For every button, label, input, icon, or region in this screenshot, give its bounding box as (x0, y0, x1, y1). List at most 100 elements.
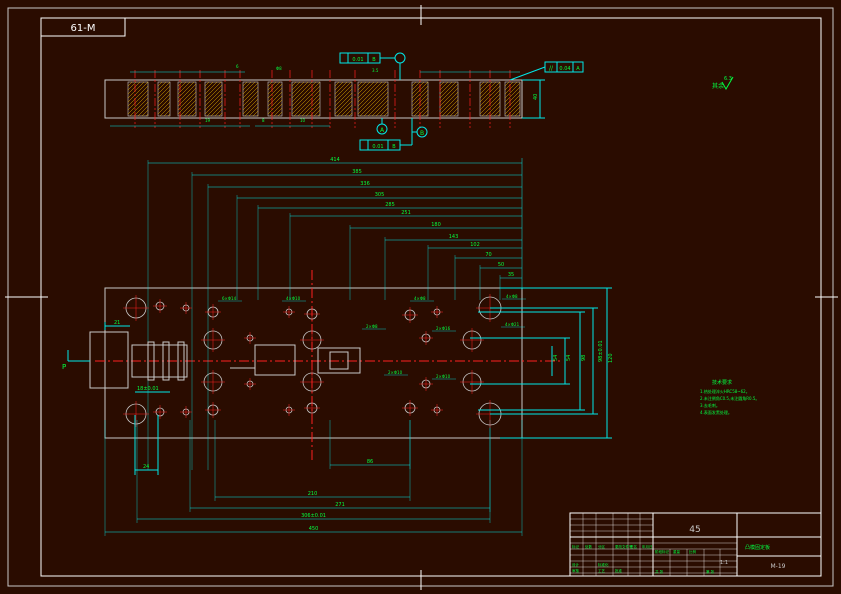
datum-b-label: B (420, 130, 424, 137)
left-dim-1: 21 (114, 320, 120, 326)
hatch-line (157, 81, 163, 87)
tb-label-10: 批准 (615, 568, 623, 573)
section-height-text: 40 (533, 94, 539, 100)
hatch-line (267, 91, 283, 107)
right-dim-5: 54 (553, 355, 559, 361)
section-height-dimension: 40 (522, 79, 545, 119)
technical-notes: 技术要求 1.热处理淬火HRC58~62。 2.未注倒角C0.5,未注圆角R0.… (700, 379, 759, 415)
hatch-line (510, 106, 521, 117)
hatch-line (167, 113, 171, 117)
hatch-line (334, 81, 344, 91)
dim-label-6: 180 (431, 222, 441, 228)
sheet-code-text: M-19 (771, 563, 786, 570)
hatch-line (504, 81, 514, 91)
flatness-value: 0.04 (559, 66, 570, 72)
hatch-line (439, 95, 459, 115)
hatch-line (441, 99, 459, 117)
hatch-line (252, 110, 259, 117)
hatch-line (357, 83, 389, 115)
hatch-line (449, 107, 459, 117)
callout-label-3: 2×Φ8 (366, 324, 378, 329)
hatch-line (291, 81, 297, 87)
callout-label-0: 6×Φ14 (222, 296, 237, 301)
hatch-line (504, 86, 521, 103)
hatch-line (357, 81, 383, 107)
hatch-line (479, 81, 497, 99)
dim-label-2: 336 (360, 181, 370, 187)
tb-label-5: 年月日 (642, 544, 653, 549)
hatch-line (177, 91, 197, 111)
tb-label-9: 工艺 (598, 568, 606, 573)
hatch-line (481, 97, 501, 117)
bottom-dim-label-2: 271 (335, 502, 345, 508)
hatch-line (242, 90, 259, 107)
hatch-line (244, 102, 259, 117)
tolerance-bottom-value: 0.01 (372, 144, 383, 150)
hatch-line (371, 99, 389, 117)
plan-view: 414 385 336 305285 251 180 143 102 70 50 35 86 210 2… (62, 157, 614, 536)
left-dim-3: 18±0.01 (137, 386, 159, 392)
dim-label-5: 251 (401, 210, 411, 216)
tb-label-6: 设计 (572, 562, 580, 567)
hatch-line (344, 108, 353, 117)
hatch-line (439, 81, 445, 87)
tb-label-1: 处数 (585, 544, 593, 549)
right-dim-2: 98±0.01 (598, 340, 604, 362)
hatch-line (411, 81, 417, 87)
dim-label-11: 35 (508, 272, 514, 278)
right-dim-4: 54 (566, 355, 572, 361)
hatch-line (179, 99, 197, 117)
hatch-line (506, 102, 521, 117)
hatch-line (334, 81, 340, 87)
section-hatching (127, 81, 521, 117)
section-centerlines (134, 70, 511, 128)
section-block-4 (242, 81, 259, 117)
note-3: 3.去毛刺。 (700, 402, 720, 408)
hatch-line (177, 83, 197, 103)
hatch-line (411, 81, 421, 91)
hatch-line (417, 105, 429, 117)
hatch-line (204, 81, 222, 99)
hatch-line (127, 93, 149, 115)
hatch-line (177, 81, 187, 91)
cad-drawing: 61-M 其余 6.3 // 0.04 A 0.01 B 0.01 B A B … (5, 5, 838, 590)
callout-label-5: 4×Φ21 (505, 322, 520, 327)
section-dim-label-1: 8 (262, 118, 265, 123)
hatch-line (357, 81, 387, 111)
roughness-symbol: 其余 6.3 (712, 76, 734, 90)
hatch-line (157, 81, 167, 91)
section-view: // 0.04 A 0.01 B 0.01 B A B 40 19 8Φ8610… (104, 52, 584, 151)
hatch-line (485, 101, 501, 117)
hatch-line (293, 89, 321, 117)
hatch-line (504, 81, 510, 87)
tb-label-0: 标记 (572, 544, 580, 549)
hatch-line (514, 110, 521, 117)
hatch-line (439, 91, 459, 111)
hatch-line (305, 101, 321, 117)
hatch-line (504, 94, 521, 111)
hatch-line (242, 81, 248, 87)
section-block-1 (157, 81, 171, 117)
title-block-labels: 标记 处数 分区 更改文件号签名 年月日设计 标准化审核 工艺 批准阶段标记 重量 比例共 张第 … (572, 544, 715, 574)
hatch-line (291, 81, 321, 111)
hatch-line (242, 81, 252, 91)
note-1: 1.热处理淬火HRC58~62。 (700, 388, 750, 394)
hatch-line (453, 111, 459, 117)
dim-label-0: 414 (330, 157, 340, 163)
hatch-line (177, 81, 195, 99)
bottom-dim-label-1: 210 (308, 491, 318, 497)
title-block: 45 凸模固定板 M-19 1:1 标记 处数 分区 更改文件号签名 年月日设计 标准化审… (569, 512, 822, 577)
flatness-frame: // 0.04 A (509, 61, 584, 81)
scale-text: 1:1 (720, 560, 728, 566)
right-dim-1: 120 (608, 353, 614, 363)
note-2: 2.未注倒角C0.5,未注圆角R0.5。 (700, 395, 759, 401)
tolerance-frame-bottom: 0.01 B (359, 118, 413, 151)
bottom-dimensions: 86 210 271 306±0.01 450 (104, 420, 523, 536)
flatness-symbol: // (549, 65, 554, 72)
hatch-line (291, 81, 301, 91)
hatch-line (359, 87, 389, 117)
hatch-line (127, 81, 145, 99)
drawing-number: 61-M (71, 23, 96, 34)
hatch-line (301, 97, 321, 117)
callout-label-7: 2×Φ10 (436, 374, 451, 379)
